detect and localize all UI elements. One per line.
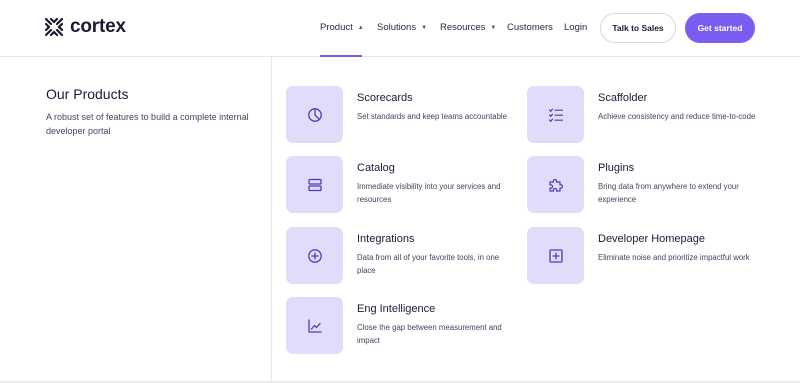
product-title: Scorecards — [357, 92, 413, 104]
product-description: Data from all of your favorite tools, in… — [357, 253, 500, 275]
product-title: Developer Homepage — [598, 233, 706, 245]
product-icon-box — [286, 227, 343, 284]
product-title: Scaffolder — [598, 92, 648, 104]
product-title: Eng Intelligence — [357, 303, 436, 315]
product-scorecards[interactable]: Scorecards Set standards and keep teams … — [286, 86, 516, 144]
product-title: Integrations — [357, 233, 415, 245]
product-description: Eliminate noise and prioritize impactful… — [598, 253, 750, 262]
product-icon-box — [527, 227, 584, 284]
pie-chart-icon — [307, 107, 322, 122]
chevron-down-icon: ▼ — [490, 24, 497, 31]
nav-login[interactable]: Login — [564, 22, 587, 33]
talk-to-sales-button[interactable]: Talk to Sales — [600, 13, 676, 43]
product-description: Immediate visibility into your services … — [357, 182, 501, 204]
nav-solutions[interactable]: Solutions ▼ — [377, 22, 427, 33]
product-description: Set standards and keep teams accountable — [357, 112, 507, 121]
product-icon-box — [286, 86, 343, 143]
product-icon-box — [527, 156, 584, 213]
column-divider — [271, 57, 272, 383]
active-nav-indicator — [320, 55, 362, 57]
product-description: Close the gap between measurement and im… — [357, 323, 502, 345]
product-description: Bring data from anywhere to extend your … — [598, 182, 739, 204]
nav-resources[interactable]: Resources ▼ — [440, 22, 496, 33]
cortex-logo[interactable]: cortex — [44, 16, 126, 38]
plus-square-icon — [548, 248, 563, 263]
product-integrations[interactable]: Integrations Data from all of your favor… — [286, 227, 516, 285]
puzzle-icon — [548, 178, 563, 192]
product-eng-intelligence[interactable]: Eng Intelligence Close the gap between m… — [286, 297, 516, 355]
brand-name: cortex — [70, 16, 126, 37]
chevron-down-icon: ▼ — [421, 24, 428, 31]
nav-solutions-label: Solutions — [377, 22, 417, 33]
nav-product-label: Product — [320, 22, 353, 33]
nav-customers-label: Customers — [507, 22, 553, 33]
product-title: Catalog — [357, 162, 395, 174]
nav-customers[interactable]: Customers — [507, 22, 553, 33]
cortex-logo-icon — [44, 17, 64, 37]
line-chart-icon — [307, 318, 322, 333]
product-scaffolder[interactable]: Scaffolder Achieve consistency and reduc… — [527, 86, 757, 144]
section-description: A robust set of features to build a comp… — [46, 112, 249, 136]
product-catalog[interactable]: Catalog Immediate visibility into your s… — [286, 156, 516, 214]
product-icon-box — [527, 86, 584, 143]
chevron-up-icon: ▲ — [357, 24, 364, 31]
top-navigation-bar: cortex Product ▲ Solutions ▼ Resources ▼… — [0, 0, 800, 57]
nav-product[interactable]: Product ▲ — [320, 22, 364, 33]
checklist-icon — [548, 108, 563, 122]
product-icon-box — [286, 297, 343, 354]
product-icon-box — [286, 156, 343, 213]
plus-circle-icon — [307, 248, 322, 263]
nav-resources-label: Resources — [440, 22, 486, 33]
product-title: Plugins — [598, 162, 635, 174]
section-title: Our Products — [46, 86, 129, 102]
get-started-button[interactable]: Get started — [685, 13, 755, 43]
product-developer-homepage[interactable]: Developer Homepage Eliminate noise and p… — [527, 227, 757, 285]
catalog-icon — [307, 178, 322, 191]
product-description: Achieve consistency and reduce time-to-c… — [598, 112, 756, 121]
nav-login-label: Login — [564, 22, 588, 33]
product-plugins[interactable]: Plugins Bring data from anywhere to exte… — [527, 156, 757, 214]
